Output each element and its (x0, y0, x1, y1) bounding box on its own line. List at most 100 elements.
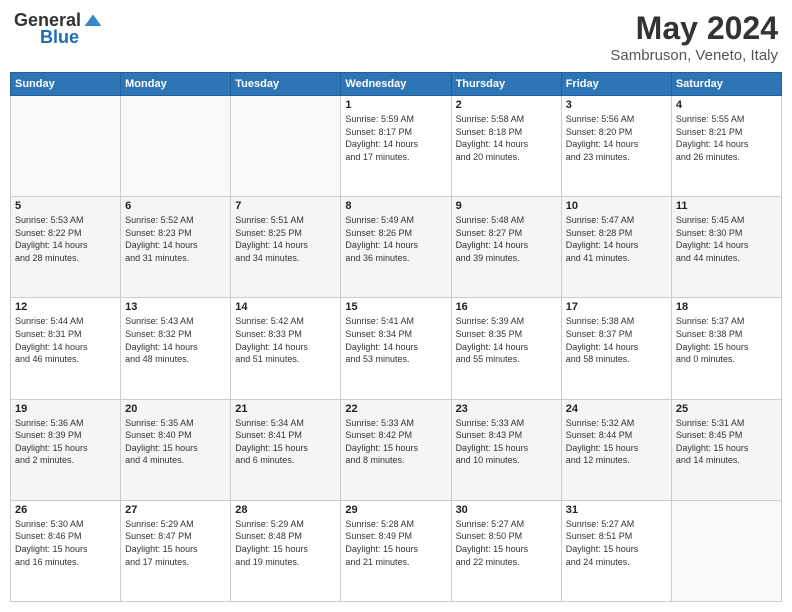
calendar-cell: 2Sunrise: 5:58 AM Sunset: 8:18 PM Daylig… (451, 96, 561, 197)
day-info: Sunrise: 5:32 AM Sunset: 8:44 PM Dayligh… (566, 417, 667, 467)
calendar-cell: 13 Sunrise: 5:43 AM Sunset: 8:32 PM Dayli… (121, 298, 231, 399)
day-number: 22 (345, 403, 446, 415)
day-number: 19 (15, 403, 116, 415)
day-info: Sunrise: 5:29 AM Sunset: 8:47 PM Dayligh… (125, 518, 226, 568)
day-info: Sunrise: 5:35 AM Sunset: 8:40 PM Dayligh… (125, 417, 226, 467)
col-header-sunday: Sunday (11, 73, 121, 96)
day-info: Sunrise: 5:47 AM Sunset: 8:28 PM Dayligh… (566, 214, 667, 264)
col-header-wednesday: Wednesday (341, 73, 451, 96)
day-info: Sunrise: 5:48 AM Sunset: 8:27 PM Dayligh… (456, 214, 557, 264)
calendar-cell: 16Sunrise: 5:39 AM Sunset: 8:35 PM Dayli… (451, 298, 561, 399)
col-header-monday: Monday (121, 73, 231, 96)
calendar-week-row: 5 Sunrise: 5:53 AM Sunset: 8:22 PM Daylig… (11, 197, 782, 298)
day-info: Sunrise: 5:31 AM Sunset: 8:45 PM Dayligh… (676, 417, 777, 467)
day-number: 30 (456, 504, 557, 516)
day-info: Sunrise: 5:51 AM Sunset: 8:25 PM Dayligh… (235, 214, 336, 264)
day-number: 5 (15, 200, 116, 212)
day-number: 2 (456, 99, 557, 111)
day-info: Sunrise: 5:30 AM Sunset: 8:46 PM Dayligh… (15, 518, 116, 568)
calendar-cell: 8 Sunrise: 5:49 AM Sunset: 8:26 PM Daylig… (341, 197, 451, 298)
day-number: 11 (676, 200, 777, 212)
col-header-saturday: Saturday (671, 73, 781, 96)
calendar-cell (11, 96, 121, 197)
day-info: Sunrise: 5:38 AM Sunset: 8:37 PM Dayligh… (566, 315, 667, 365)
calendar-cell (121, 96, 231, 197)
calendar-cell: 20Sunrise: 5:35 AM Sunset: 8:40 PM Dayli… (121, 399, 231, 500)
calendar-cell: 10 Sunrise: 5:47 AM Sunset: 8:28 PM Dayli… (561, 197, 671, 298)
day-info: Sunrise: 5:49 AM Sunset: 8:26 PM Dayligh… (345, 214, 446, 264)
calendar-week-row: 1 Sunrise: 5:59 AM Sunset: 8:17 PM Daylig… (11, 96, 782, 197)
day-info: Sunrise: 5:37 AM Sunset: 8:38 PM Dayligh… (676, 315, 777, 365)
calendar-cell: 7 Sunrise: 5:51 AM Sunset: 8:25 PM Daylig… (231, 197, 341, 298)
location-title: Sambruson, Veneto, Italy (610, 47, 778, 64)
day-number: 10 (566, 200, 667, 212)
calendar-cell: 12Sunrise: 5:44 AM Sunset: 8:31 PM Dayli… (11, 298, 121, 399)
day-info: Sunrise: 5:55 AM Sunset: 8:21 PM Dayligh… (676, 113, 777, 163)
day-number: 8 (345, 200, 446, 212)
calendar-cell: 15 Sunrise: 5:41 AM Sunset: 8:34 PM Dayli… (341, 298, 451, 399)
day-number: 21 (235, 403, 336, 415)
day-number: 9 (456, 200, 557, 212)
day-info: Sunrise: 5:27 AM Sunset: 8:51 PM Dayligh… (566, 518, 667, 568)
calendar-cell: 25 Sunrise: 5:31 AM Sunset: 8:45 PM Dayli… (671, 399, 781, 500)
calendar-cell: 26Sunrise: 5:30 AM Sunset: 8:46 PM Dayli… (11, 500, 121, 601)
calendar-cell: 29 Sunrise: 5:28 AM Sunset: 8:49 PM Dayli… (341, 500, 451, 601)
title-section: May 2024 Sambruson, Veneto, Italy (610, 10, 778, 64)
day-info: Sunrise: 5:34 AM Sunset: 8:41 PM Dayligh… (235, 417, 336, 467)
calendar-week-row: 19 Sunrise: 5:36 AM Sunset: 8:39 PM Dayli… (11, 399, 782, 500)
calendar-cell (671, 500, 781, 601)
calendar-cell: 27Sunrise: 5:29 AM Sunset: 8:47 PM Dayli… (121, 500, 231, 601)
calendar-cell: 4 Sunrise: 5:55 AM Sunset: 8:21 PM Daylig… (671, 96, 781, 197)
calendar-cell: 11 Sunrise: 5:45 AM Sunset: 8:30 PM Dayli… (671, 197, 781, 298)
day-info: Sunrise: 5:52 AM Sunset: 8:23 PM Dayligh… (125, 214, 226, 264)
header: General Blue May 2024 Sambruson, Veneto,… (10, 10, 782, 64)
logo-blue: Blue (40, 27, 79, 48)
day-info: Sunrise: 5:29 AM Sunset: 8:48 PM Dayligh… (235, 518, 336, 568)
day-number: 29 (345, 504, 446, 516)
calendar-cell: 31 Sunrise: 5:27 AM Sunset: 8:51 PM Dayli… (561, 500, 671, 601)
day-number: 15 (345, 301, 446, 313)
calendar-cell: 3Sunrise: 5:56 AM Sunset: 8:20 PM Daylig… (561, 96, 671, 197)
day-info: Sunrise: 5:33 AM Sunset: 8:42 PM Dayligh… (345, 417, 446, 467)
calendar-cell: 30 Sunrise: 5:27 AM Sunset: 8:50 PM Dayli… (451, 500, 561, 601)
day-info: Sunrise: 5:36 AM Sunset: 8:39 PM Dayligh… (15, 417, 116, 467)
calendar-week-row: 12Sunrise: 5:44 AM Sunset: 8:31 PM Dayli… (11, 298, 782, 399)
logo-icon (83, 11, 103, 31)
day-info: Sunrise: 5:53 AM Sunset: 8:22 PM Dayligh… (15, 214, 116, 264)
calendar-cell: 5 Sunrise: 5:53 AM Sunset: 8:22 PM Daylig… (11, 197, 121, 298)
day-number: 23 (456, 403, 557, 415)
calendar-cell: 23 Sunrise: 5:33 AM Sunset: 8:43 PM Dayli… (451, 399, 561, 500)
day-info: Sunrise: 5:28 AM Sunset: 8:49 PM Dayligh… (345, 518, 446, 568)
day-number: 3 (566, 99, 667, 111)
calendar-cell: 14Sunrise: 5:42 AM Sunset: 8:33 PM Dayli… (231, 298, 341, 399)
day-number: 16 (456, 301, 557, 313)
day-number: 1 (345, 99, 446, 111)
calendar-cell: 19 Sunrise: 5:36 AM Sunset: 8:39 PM Dayli… (11, 399, 121, 500)
calendar-cell: 9 Sunrise: 5:48 AM Sunset: 8:27 PM Daylig… (451, 197, 561, 298)
calendar-cell (231, 96, 341, 197)
day-info: Sunrise: 5:27 AM Sunset: 8:50 PM Dayligh… (456, 518, 557, 568)
calendar-cell: 28Sunrise: 5:29 AM Sunset: 8:48 PM Dayli… (231, 500, 341, 601)
day-info: Sunrise: 5:45 AM Sunset: 8:30 PM Dayligh… (676, 214, 777, 264)
col-header-tuesday: Tuesday (231, 73, 341, 96)
day-info: Sunrise: 5:33 AM Sunset: 8:43 PM Dayligh… (456, 417, 557, 467)
day-number: 31 (566, 504, 667, 516)
day-number: 4 (676, 99, 777, 111)
day-info: Sunrise: 5:59 AM Sunset: 8:17 PM Dayligh… (345, 113, 446, 163)
day-info: Sunrise: 5:43 AM Sunset: 8:32 PM Dayligh… (125, 315, 226, 365)
calendar-cell: 1 Sunrise: 5:59 AM Sunset: 8:17 PM Daylig… (341, 96, 451, 197)
day-number: 14 (235, 301, 336, 313)
calendar-cell: 21 Sunrise: 5:34 AM Sunset: 8:41 PM Dayli… (231, 399, 341, 500)
day-number: 24 (566, 403, 667, 415)
day-number: 6 (125, 200, 226, 212)
col-header-thursday: Thursday (451, 73, 561, 96)
calendar-cell: 24 Sunrise: 5:32 AM Sunset: 8:44 PM Dayli… (561, 399, 671, 500)
day-number: 25 (676, 403, 777, 415)
day-number: 7 (235, 200, 336, 212)
calendar-week-row: 26Sunrise: 5:30 AM Sunset: 8:46 PM Dayli… (11, 500, 782, 601)
month-title: May 2024 (610, 10, 778, 47)
day-number: 13 (125, 301, 226, 313)
day-info: Sunrise: 5:41 AM Sunset: 8:34 PM Dayligh… (345, 315, 446, 365)
calendar-cell: 18Sunrise: 5:37 AM Sunset: 8:38 PM Dayli… (671, 298, 781, 399)
calendar-table: SundayMondayTuesdayWednesdayThursdayFrid… (10, 72, 782, 602)
